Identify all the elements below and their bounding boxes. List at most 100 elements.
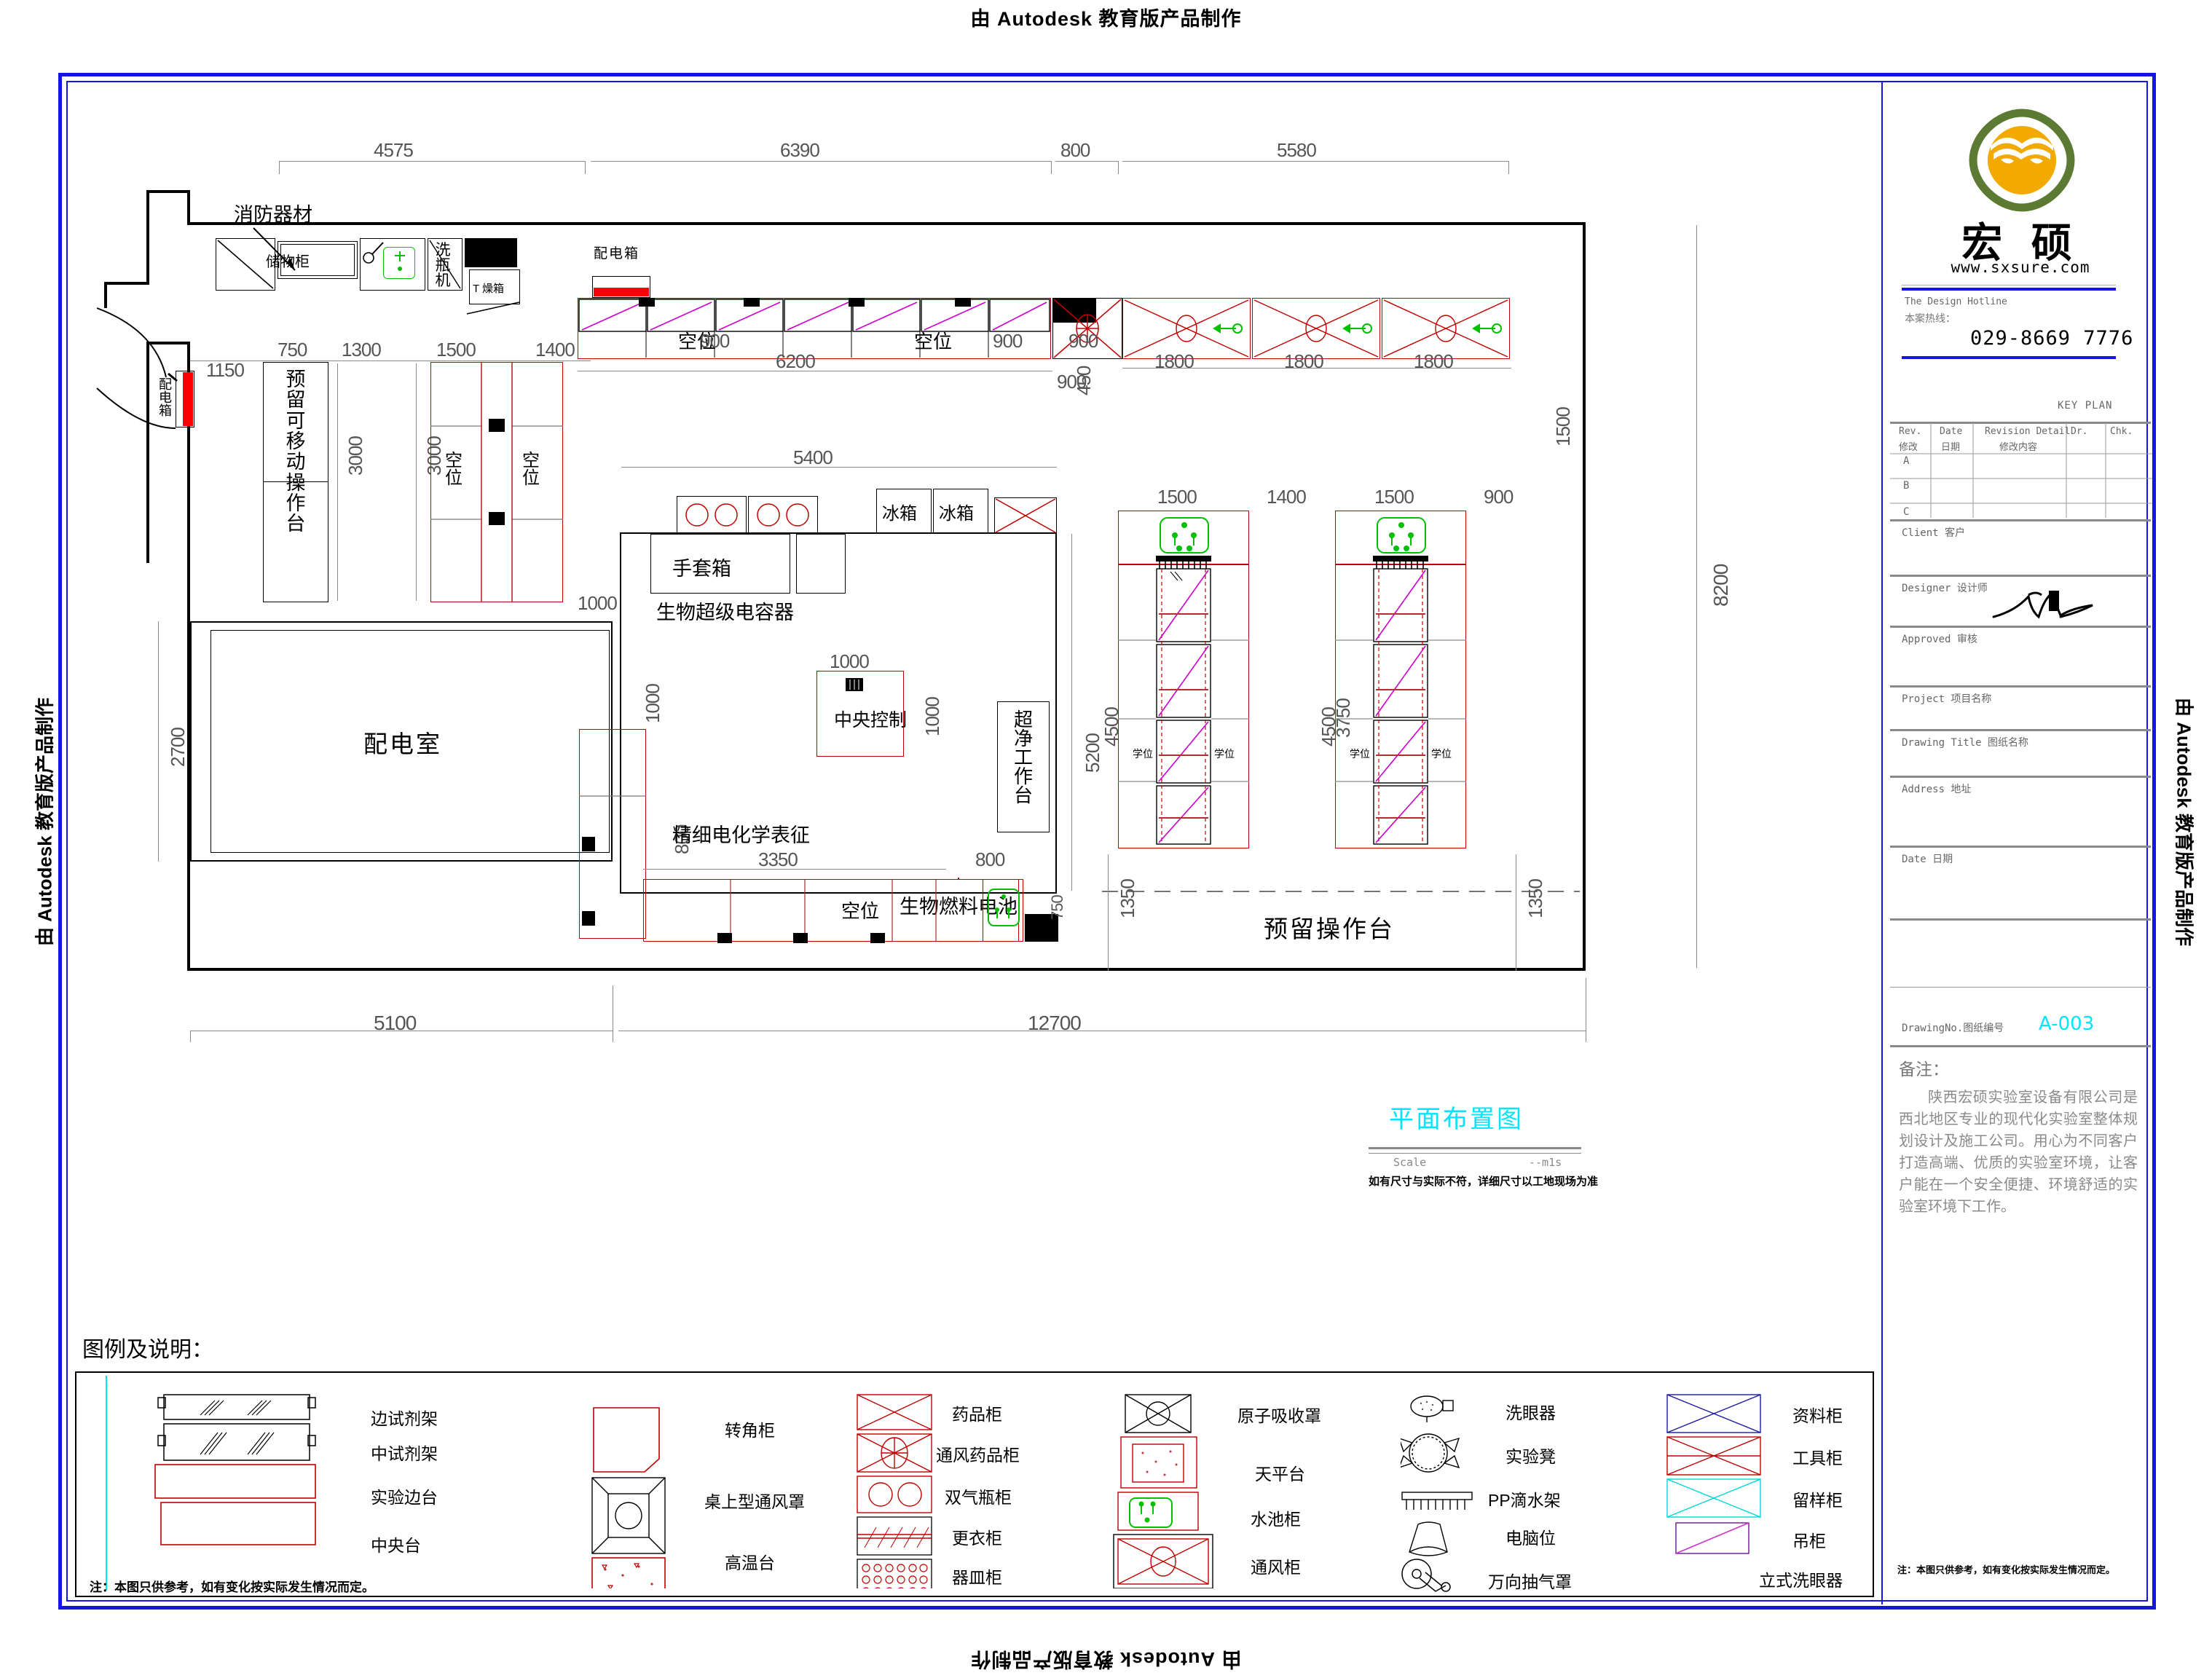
label-storage-cabinet: 储物柜	[266, 250, 310, 271]
rev-row-a: A	[1903, 455, 2146, 467]
legend-label-sample-retention-cabinet: 留样柜	[1792, 1486, 1843, 1511]
tb-separator	[1890, 846, 2151, 848]
dim-line-vert	[1071, 534, 1072, 891]
legend-label-tool-cabinet: 工具柜	[1792, 1444, 1843, 1469]
rev-header-detail-cn: 修改内容	[1999, 439, 2037, 453]
field-client: Client 客户	[1902, 525, 2146, 540]
label-distribution-box-left: 配电箱	[157, 378, 174, 417]
legend-label-center-reagent-rack: 中试剂架	[371, 1440, 438, 1465]
legend-label-atomic-absorption-hood: 原子吸收罩	[1237, 1402, 1321, 1427]
legend-label-ventilated-chemical-cabinet: 通风药品柜	[936, 1441, 1020, 1466]
pp-drip-rack-b	[1373, 556, 1430, 570]
dim-450: 450	[1073, 366, 1095, 395]
rev-header-chk: Chk.	[2110, 426, 2146, 437]
dim-1500-vert: 1500	[1552, 407, 1575, 446]
dim-tick	[190, 1031, 191, 1042]
dim-6200: 6200	[776, 350, 815, 373]
dim-12700: 12700	[1028, 1012, 1081, 1035]
legend-col6-symbols	[1664, 1392, 1781, 1574]
dim-line	[591, 161, 1051, 162]
power-outlet-icon	[846, 678, 865, 693]
dim-1300: 1300	[342, 339, 381, 361]
leader-line	[465, 301, 524, 317]
exterior-wall-right-lower	[1583, 602, 1586, 971]
legend-col3-symbols	[854, 1392, 934, 1588]
legend-label-glassware-cabinet: 器皿柜	[952, 1564, 1002, 1588]
legend-label-corner-cabinet: 转角柜	[725, 1417, 775, 1441]
dim-1000-cc-w: 1000	[830, 650, 869, 673]
dim-1400-a: 1400	[535, 339, 575, 361]
legend-label-balance-bench: 天平台	[1255, 1460, 1305, 1485]
legend-label-computer-station: 电脑位	[1506, 1524, 1556, 1549]
dim-900-b: 900	[700, 330, 729, 352]
dim-900-c: 900	[993, 330, 1022, 352]
dim-line-vert	[158, 621, 159, 862]
legend-label-sink-cabinet: 水池柜	[1251, 1505, 1301, 1530]
drawing-sheet-inner-border: 4575 6390 800 5580	[66, 81, 2148, 1602]
distribution-box-left-fill	[183, 372, 193, 426]
dim-1350-a: 1350	[1117, 879, 1139, 918]
centerline-dashed	[1102, 889, 1583, 894]
scale-units: --m1s	[1529, 1156, 1562, 1169]
dim-line-vert	[337, 363, 338, 601]
dim-1800-b: 1800	[1284, 350, 1323, 373]
label-fire-equipment: 消防器材	[234, 199, 312, 227]
company-website[interactable]: www.sxsure.com	[1883, 259, 2158, 276]
island-b-sink-icon	[1376, 516, 1428, 559]
exterior-wall	[187, 190, 190, 225]
dim-6390: 6390	[780, 139, 819, 162]
dim-4500-a: 4500	[1101, 707, 1123, 747]
label-clean-bench: 超净工作台	[1012, 710, 1035, 805]
dim-750-b: 750	[1048, 895, 1067, 920]
field-project: Project 项目名称	[1902, 691, 2146, 706]
dim-line	[279, 161, 585, 162]
field-address: Address 地址	[1902, 781, 2146, 796]
glove-box-annex[interactable]	[796, 534, 846, 594]
remark-label: 备注：	[1899, 1055, 1949, 1080]
island-bench-a-detail	[1118, 564, 1251, 850]
rev-header-date-cn: 日期	[1941, 439, 1960, 453]
pp-drip-rack-a	[1156, 556, 1213, 570]
dim-1500-d: 1500	[1374, 486, 1414, 508]
key-plan-label: KEY PLAN	[2058, 400, 2146, 411]
label-reserved-operation-bench: 预留操作台	[1264, 910, 1395, 945]
legend-label-bench-top-hood: 桌上型通风罩	[704, 1488, 805, 1513]
hr-blue-1	[1902, 288, 2116, 291]
field-date: Date 日期	[1902, 851, 2146, 866]
legend-title: 图例及说明：	[82, 1331, 213, 1363]
legend-label-side-bench: 实验边台	[371, 1484, 438, 1508]
rev-header-rev-cn: 修改	[1899, 439, 1918, 453]
exterior-wall	[146, 190, 190, 193]
top-bench-wall-cabinets	[578, 298, 1052, 361]
dim-1000-cc-h: 1000	[921, 697, 944, 736]
rev-row-c: C	[1903, 506, 2146, 518]
dim-5100: 5100	[374, 1012, 416, 1035]
legend-label-high-temp-bench: 高温台	[725, 1549, 775, 1574]
label-vacant-5: 空位	[841, 897, 879, 923]
dim-800-b: 800	[975, 848, 1004, 871]
label-refrigerator-1: 冰箱	[882, 499, 917, 524]
chemical-cabinet-top-symbol	[994, 497, 1058, 535]
fine-electrochem-bench-detail	[579, 729, 648, 940]
scale-note: 如有尺寸与实际不符，详细尺寸以工地现场为准	[1369, 1173, 1598, 1189]
tb-separator	[1890, 729, 2151, 731]
dim-5580: 5580	[1277, 139, 1316, 162]
dim-tick	[1118, 161, 1119, 174]
dim-4500-b: 4500	[1318, 707, 1340, 747]
legend-label-directional-exhaust-hood: 万向抽气罩	[1488, 1568, 1572, 1593]
legend-label-dual-gas-cylinder-cabinet: 双气瓶柜	[945, 1484, 1012, 1508]
dim-tick	[585, 161, 586, 174]
drawing-sheet-border: 4575 6390 800 5580	[58, 73, 2156, 1610]
floor-plan-drawing[interactable]: 4575 6390 800 5580	[68, 82, 1881, 1604]
exterior-wall-top	[187, 222, 1586, 225]
tb-separator	[1890, 519, 2151, 521]
field-drawing-title: Drawing Title 图纸名称	[1902, 735, 2146, 749]
hotline-phone[interactable]: 029-8669 7776	[1970, 327, 2133, 350]
legend-col2-symbols	[586, 1392, 688, 1588]
dim-800: 800	[1060, 139, 1090, 162]
dim-1000-lvb: 1000	[642, 684, 664, 723]
titleblock-bottom-note: 注：本图只供参考，如有变化按实际发生情况而定。	[1897, 1562, 2152, 1576]
label-reserved-movable-bench: 预留可移动操作台	[285, 369, 307, 535]
dim-2700: 2700	[167, 728, 189, 767]
title-block: 宏 硕 www.sxsure.com The Design Hotline 本案…	[1881, 82, 2157, 1604]
